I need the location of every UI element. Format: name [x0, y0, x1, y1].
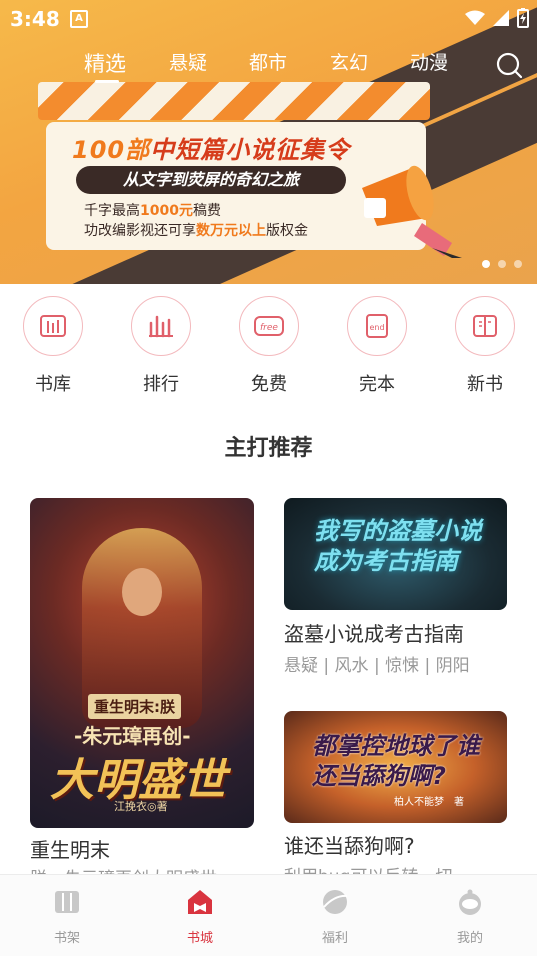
tab-fantasy[interactable]: 玄幻 [330, 48, 368, 75]
book-title[interactable]: 重生明末 [30, 834, 110, 863]
book-title[interactable]: 盗墓小说成考古指南 [284, 618, 464, 647]
nav-profile[interactable]: 我的 [435, 887, 505, 946]
shortcut-label: 免费 [251, 374, 287, 395]
banner-title: 100部中短篇小说征集令 [72, 136, 351, 164]
section-title: 主打推荐 [224, 436, 313, 461]
nav-label: 我的 [456, 931, 483, 946]
free-icon: free [239, 296, 299, 356]
wifi-icon [465, 10, 485, 25]
system-icons [465, 8, 529, 28]
nav-label: 书城 [186, 931, 213, 946]
planet-icon [323, 890, 348, 914]
status-bar: 3:48 A [0, 0, 537, 36]
banner-pager [482, 260, 522, 268]
shortcut-label: 排行 [143, 374, 179, 395]
shortcut-label: 新书 [467, 374, 503, 395]
shortcut-label: 书库 [35, 374, 71, 395]
nav-bookstore[interactable]: 书城 [165, 887, 235, 946]
library-icon [23, 296, 83, 356]
book-title[interactable]: 谁还当舔狗啊? [284, 830, 415, 859]
category-shortcuts: 书库 排行 free 免费 end 完本 新书 [0, 296, 537, 400]
cover-text: 重生明末:朕 [88, 694, 181, 719]
tab-suspense[interactable]: 悬疑 [169, 48, 207, 75]
ranking-icon [131, 296, 191, 356]
cover-title: 我写的盗墓小说成为考古指南 [314, 517, 482, 575]
book-cover[interactable]: 我写的盗墓小说成为考古指南 [284, 498, 507, 610]
megaphone-icon [362, 165, 462, 258]
banner-subtitle: 从文字到荧屏的奇幻之旅 [76, 166, 346, 194]
book-cover-main[interactable]: 重生明末:朕 -朱元璋再创- 大明盛世 江挽衣◎著 [30, 498, 254, 828]
banner-line-1: 千字最高1000元稿费 [84, 203, 221, 219]
cover-author: 江挽衣◎著 [114, 800, 168, 813]
book-tags: 悬疑 | 风水 | 惊悚 | 阴阳 [284, 656, 470, 676]
nav-bookshelf[interactable]: 书架 [32, 887, 102, 946]
status-time: 3:48 [10, 7, 60, 31]
tab-featured[interactable]: 精选 [84, 48, 126, 78]
shortcut-completed[interactable]: end 完本 [337, 296, 417, 396]
shortcut-free[interactable]: free 免费 [229, 296, 309, 396]
shortcut-new-books[interactable]: 新书 [445, 296, 525, 396]
signal-icon [493, 10, 509, 26]
svg-text:end: end [369, 323, 384, 332]
book-cover[interactable]: 都掌控地球了谁还当舔狗啊? 柏人不能梦 著 [284, 711, 507, 823]
clapperboard-decoration [38, 82, 430, 120]
bottom-navigation: 书架 书城 福利 我的 [0, 874, 537, 956]
nav-label: 书架 [53, 931, 80, 946]
promo-banner[interactable]: 100部中短篇小说征集令 从文字到荧屏的奇幻之旅 千字最高1000元稿费 功改编… [0, 0, 537, 284]
new-book-icon [455, 296, 515, 356]
pager-dot [514, 260, 522, 268]
profile-icon [459, 889, 481, 915]
shortcut-library[interactable]: 书库 [13, 296, 93, 396]
tab-anime[interactable]: 动漫 [410, 48, 448, 75]
active-tab-indicator [95, 80, 119, 83]
category-tabs: 精选 悬疑 都市 玄幻 动漫 [0, 44, 537, 84]
pager-dot [482, 260, 490, 268]
notification-a-icon: A [70, 10, 88, 28]
pager-dot [498, 260, 506, 268]
nav-label: 福利 [321, 931, 348, 946]
banner-line-2: 功改编影视还可享数万元以上版权金 [84, 223, 308, 239]
bookstore-icon [188, 890, 212, 914]
completed-icon: end [347, 296, 407, 356]
nav-benefits[interactable]: 福利 [300, 887, 370, 946]
cover-author: 柏人不能梦 著 [394, 797, 464, 808]
cover-face [122, 568, 162, 616]
svg-text:free: free [260, 323, 278, 333]
bookshelf-icon [55, 891, 79, 913]
tab-urban[interactable]: 都市 [249, 48, 287, 75]
battery-charging-icon [517, 8, 529, 28]
cover-title: 都掌控地球了谁还当舔狗啊? [312, 732, 480, 790]
shortcut-ranking[interactable]: 排行 [121, 296, 201, 396]
shortcut-label: 完本 [359, 374, 395, 395]
search-icon[interactable] [496, 52, 522, 78]
